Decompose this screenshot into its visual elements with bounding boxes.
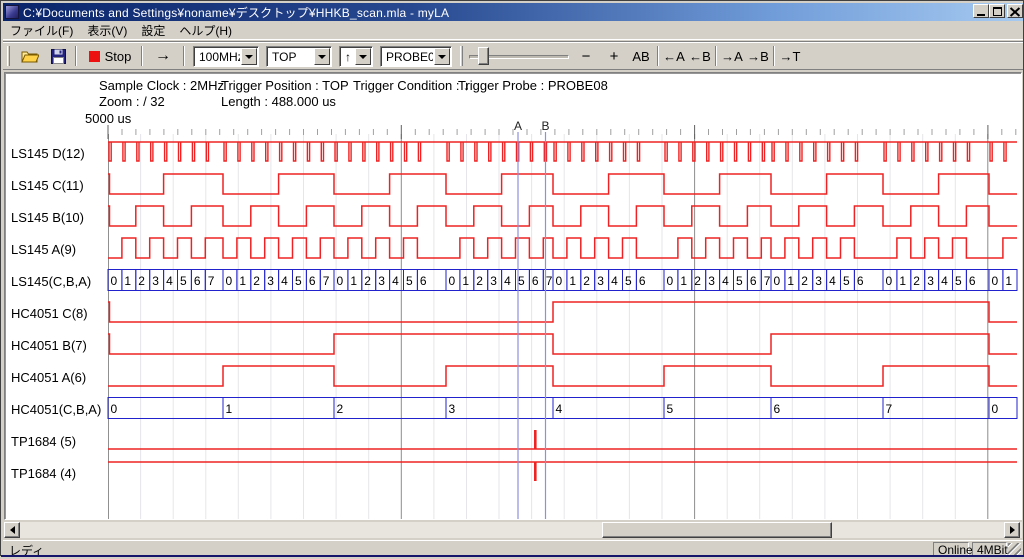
sample-clock-select[interactable]: 100MHz <box>193 46 259 67</box>
zoom-info: Zoom : / 32 <box>99 94 165 109</box>
time-scale-label: 5000 us <box>85 111 131 126</box>
signal-label: TP1684 (5) <box>11 434 76 449</box>
goto-a-left-button[interactable]: ←A <box>661 44 687 68</box>
sample-clock-value: 100MHz <box>194 47 240 66</box>
goto-trigger-button[interactable]: →T <box>777 44 803 68</box>
menu-settings[interactable]: 設定 <box>134 20 172 41</box>
slider-thumb[interactable] <box>478 47 489 65</box>
minimize-button[interactable] <box>973 4 989 18</box>
trigger-edge-select[interactable]: ↑ <box>339 46 373 67</box>
toolbar-separator <box>141 46 143 66</box>
sample-clock-info: Sample Clock : 2MHz <box>99 78 224 93</box>
signal-label: LS145(C,B,A) <box>11 274 91 289</box>
toolbar-grip <box>7 46 10 66</box>
horizontal-scrollbar[interactable] <box>4 522 1022 538</box>
toolbar-separator <box>75 46 77 66</box>
zoom-in-button[interactable]: + <box>601 44 627 68</box>
goto-b-left-button[interactable]: ←B <box>687 44 713 68</box>
arrow-right-icon <box>1010 526 1015 534</box>
menu-help[interactable]: ヘルプ(H) <box>172 20 239 41</box>
goto-b-right-button[interactable]: →B <box>745 44 771 68</box>
open-folder-icon <box>21 49 39 63</box>
trigger-probe-select[interactable]: PROBE00 <box>380 46 452 67</box>
trigger-edge-value: ↑ <box>340 47 354 66</box>
stop-button[interactable]: Stop <box>83 44 137 68</box>
signal-label: HC4051(C,B,A) <box>11 402 101 417</box>
toolbar-separator <box>715 46 717 66</box>
app-icon <box>5 5 19 19</box>
stop-label: Stop <box>105 49 132 64</box>
stop-icon <box>89 51 100 62</box>
toolbar-separator <box>773 46 775 66</box>
signal-label: LS145 B(10) <box>11 210 84 225</box>
status-memory-badge: 4MBit <box>972 542 1007 556</box>
scroll-right-button[interactable] <box>1004 522 1020 538</box>
menu-view[interactable]: 表示(V) <box>80 20 134 41</box>
close-button[interactable] <box>1007 4 1023 18</box>
signal-label: TP1684 (4) <box>11 466 76 481</box>
window-bottom-edge <box>1 555 1024 557</box>
toolbar: Stop → 100MHz TOP ↑ PROBE00 − + AB ←A ←B… <box>3 41 1023 70</box>
menu-file[interactable]: ファイル(F) <box>3 20 80 41</box>
trigger-position-info: Trigger Position : TOP <box>221 78 349 93</box>
maximize-button[interactable] <box>989 4 1005 18</box>
scrollbar-thumb[interactable] <box>602 522 832 538</box>
scroll-left-button[interactable] <box>4 522 20 538</box>
minimize-icon <box>977 14 985 16</box>
ab-range-button[interactable]: AB <box>627 44 655 68</box>
run-button[interactable]: → <box>147 44 179 68</box>
signal-label: HC4051 B(7) <box>11 338 87 353</box>
trigger-position-select[interactable]: TOP <box>266 46 332 67</box>
signal-label: LS145 C(11) <box>11 178 84 193</box>
signal-label: LS145 A(9) <box>11 242 76 257</box>
goto-a-right-button[interactable]: →A <box>719 44 745 68</box>
status-bar: レディ Online 4MBit <box>3 540 1023 555</box>
length-info: Length : 488.000 us <box>221 94 336 109</box>
trigger-probe-value: PROBE00 <box>381 47 433 66</box>
save-file-button[interactable] <box>45 44 71 68</box>
status-online-badge: Online <box>933 542 969 556</box>
trigger-probe-info: Trigger Probe : PROBE08 <box>458 78 608 93</box>
dropdown-arrow-icon[interactable] <box>314 48 330 65</box>
toolbar-separator <box>657 46 659 66</box>
signal-label: HC4051 A(6) <box>11 370 86 385</box>
trigger-condition-info: Trigger Condition : ↓ <box>353 78 470 93</box>
arrow-left-icon <box>10 526 15 534</box>
open-file-button[interactable] <box>17 44 43 68</box>
waveform-panel <box>4 72 1022 520</box>
title-bar[interactable]: C:¥Documents and Settings¥noname¥デスクトップ¥… <box>3 3 1023 21</box>
close-icon <box>1010 7 1020 16</box>
menu-bar: ファイル(F) 表示(V) 設定 ヘルプ(H) <box>3 22 1023 40</box>
zoom-slider[interactable] <box>469 44 569 68</box>
trigger-position-value: TOP <box>267 47 313 66</box>
toolbar-separator <box>183 46 185 66</box>
signal-label: HC4051 C(8) <box>11 306 88 321</box>
dropdown-arrow-icon[interactable] <box>434 48 450 65</box>
maximize-icon <box>993 7 1002 16</box>
zoom-out-button[interactable]: − <box>573 44 599 68</box>
dropdown-arrow-icon[interactable] <box>355 48 371 65</box>
toolbar-grip <box>460 46 463 66</box>
signal-label: LS145 D(12) <box>11 146 85 161</box>
window-title: C:¥Documents and Settings¥noname¥デスクトップ¥… <box>23 4 449 21</box>
floppy-disk-icon <box>51 49 66 64</box>
dropdown-arrow-icon[interactable] <box>241 48 257 65</box>
